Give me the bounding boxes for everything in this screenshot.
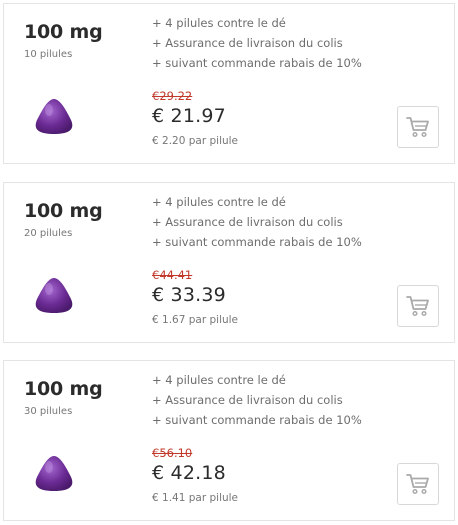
offer-card: 100 mg 10 pilules + 4 pilules contre le … xyxy=(3,3,455,164)
offer-features: + 4 pilules contre le dé + Assurance de … xyxy=(152,13,362,73)
feature-item: + suivant commande rabais de 10% xyxy=(152,413,362,427)
feature-item: + suivant commande rabais de 10% xyxy=(152,56,362,70)
cart-icon xyxy=(406,474,429,495)
offer-dose: 100 mg xyxy=(24,21,103,43)
offer-card: 100 mg 30 pilules + 4 pilules contre le … xyxy=(3,360,455,521)
feature-item: + 4 pilules contre le dé xyxy=(152,195,286,209)
feature-item: + Assurance de livraison du colis xyxy=(152,215,343,229)
feature-item: + 4 pilules contre le dé xyxy=(152,373,286,387)
pill-image xyxy=(35,456,73,491)
old-price: €44.41 xyxy=(152,268,193,282)
offer-dose: 100 mg xyxy=(24,378,103,400)
price-per-pill: € 1.41 par pilule xyxy=(152,492,239,504)
pill-image xyxy=(35,99,73,134)
feature-item: + 4 pilules contre le dé xyxy=(152,16,286,30)
cart-icon xyxy=(406,117,429,138)
pill-image xyxy=(35,278,73,313)
offer-pill-count: 10 pilules xyxy=(24,49,73,60)
offer-pill-count: 30 pilules xyxy=(24,406,73,417)
feature-item: + Assurance de livraison du colis xyxy=(152,36,343,50)
price-per-pill: € 2.20 par pilule xyxy=(152,135,239,147)
price: € 21.97 xyxy=(152,105,226,127)
offer-dose: 100 mg xyxy=(24,200,103,222)
offer-features: + 4 pilules contre le dé + Assurance de … xyxy=(152,370,362,430)
offer-features: + 4 pilules contre le dé + Assurance de … xyxy=(152,192,362,252)
add-to-cart-button[interactable] xyxy=(397,463,439,505)
feature-item: + Assurance de livraison du colis xyxy=(152,393,343,407)
price-per-pill: € 1.67 par pilule xyxy=(152,314,239,326)
price: € 42.18 xyxy=(152,462,226,484)
offer-card: 100 mg 20 pilules + 4 pilules contre le … xyxy=(3,182,455,343)
old-price: €29.22 xyxy=(152,89,193,103)
price: € 33.39 xyxy=(152,284,226,306)
feature-item: + suivant commande rabais de 10% xyxy=(152,235,362,249)
cart-icon xyxy=(406,296,429,317)
add-to-cart-button[interactable] xyxy=(397,106,439,148)
old-price: €56.10 xyxy=(152,446,193,460)
offer-pill-count: 20 pilules xyxy=(24,228,73,239)
add-to-cart-button[interactable] xyxy=(397,285,439,327)
